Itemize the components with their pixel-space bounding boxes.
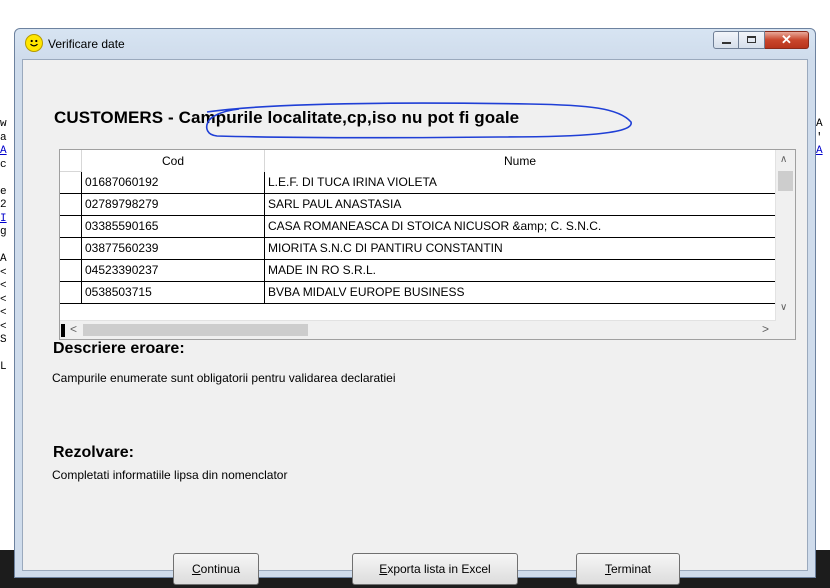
highlight-scribble (205, 102, 632, 139)
scroll-left-icon[interactable]: < (70, 322, 77, 336)
current-row-marker (61, 324, 65, 337)
bg-link-char: A (0, 145, 7, 157)
window-title: Verificare date (48, 37, 125, 51)
export-excel-button[interactable]: Exporta lista in Excel (352, 553, 518, 585)
horizontal-scrollbar[interactable]: < > (60, 320, 776, 339)
error-description-title: Descriere eroare: (53, 340, 185, 357)
bg-char (0, 240, 14, 254)
smiley-icon (25, 34, 43, 52)
terminat-button[interactable]: Terminat (576, 553, 680, 585)
heading-prefix: CUSTOMERS - (54, 108, 179, 127)
maximize-button[interactable] (739, 31, 765, 49)
vertical-scroll-thumb[interactable] (778, 171, 793, 191)
row-indicator[interactable] (60, 172, 82, 194)
resolution-text: Completati informatiile lipsa din nomenc… (52, 468, 288, 482)
table-row[interactable]: 04523390237 MADE IN RO S.R.L. (60, 260, 776, 282)
bg-char: < (0, 266, 7, 279)
bg-char (0, 348, 14, 362)
window-controls: ✕ (713, 31, 809, 51)
cell-nume[interactable]: BVBA MIDALV EUROPE BUSINESS (265, 282, 776, 304)
bg-char: < (0, 293, 7, 306)
bg-char: A (816, 118, 823, 130)
grid-header: Cod Nume (60, 150, 776, 173)
table-row[interactable]: 03385590165 CASA ROMANEASCA DI STOICA NI… (60, 216, 776, 238)
verificare-date-dialog: Verificare date ✕ CUSTOMERS - Campurile … (14, 28, 816, 585)
bg-char: 2 (0, 199, 7, 211)
error-description-text: Campurile enumerate sunt obligatorii pen… (52, 371, 396, 385)
row-indicator-header (60, 150, 82, 172)
bg-char: g (0, 226, 7, 238)
bg-char: < (0, 307, 7, 319)
continua-mnemonic: C (191, 562, 201, 576)
close-button[interactable]: ✕ (765, 31, 809, 49)
vertical-scrollbar[interactable]: ∧ ∨ (775, 150, 795, 322)
row-indicator[interactable] (60, 194, 82, 216)
title-bar[interactable]: Verificare date ✕ (15, 29, 815, 59)
table-row[interactable]: 03877560239 MIORITA S.N.C DI PANTIRU CON… (60, 238, 776, 260)
bg-char: w (0, 118, 7, 130)
cell-nume[interactable]: MIORITA S.N.C DI PANTIRU CONSTANTIN (265, 238, 776, 260)
continua-label: ontinua (200, 562, 241, 576)
bg-char: A (0, 253, 7, 265)
minimize-button[interactable] (713, 31, 739, 49)
bg-char: c (0, 158, 7, 171)
bg-link-char: A (816, 145, 823, 157)
bg-link-char: I (0, 212, 7, 225)
resolution-title: Rezolvare: (53, 444, 134, 461)
cell-cod[interactable]: 0538503715 (82, 282, 265, 304)
customers-grid[interactable]: Cod Nume 01687060192 L.E.F. DI TUCA IRIN… (59, 149, 796, 340)
bg-char (0, 172, 14, 186)
column-header-nume[interactable]: Nume (265, 150, 776, 172)
close-icon: ✕ (781, 32, 792, 47)
dialog-client-area: CUSTOMERS - Campurile localitate,cp,iso … (22, 59, 808, 585)
table-row[interactable]: 02789798279 SARL PAUL ANASTASIA (60, 194, 776, 216)
minimize-icon (722, 42, 731, 44)
terminat-label: erminat (610, 562, 651, 576)
cell-nume[interactable]: MADE IN RO S.R.L. (265, 260, 776, 282)
continua-button[interactable]: Continua (173, 553, 259, 585)
bg-char: < (0, 280, 7, 292)
scroll-up-icon[interactable]: ∧ (780, 154, 787, 165)
cell-nume[interactable]: CASA ROMANEASCA DI STOICA NICUSOR &amp; … (265, 216, 776, 238)
cell-cod[interactable]: 04523390237 (82, 260, 265, 282)
cell-cod[interactable]: 01687060192 (82, 172, 265, 194)
row-indicator[interactable] (60, 260, 82, 282)
cell-nume[interactable]: L.E.F. DI TUCA IRINA VIOLETA (265, 172, 776, 194)
background-text-right: A ' A (816, 118, 830, 159)
scroll-corner (776, 321, 795, 339)
bg-char: a (0, 131, 7, 144)
cell-cod[interactable]: 03385590165 (82, 216, 265, 238)
cell-cod[interactable]: 02789798279 (82, 194, 265, 216)
scroll-down-icon[interactable]: ∨ (780, 302, 787, 313)
bg-char: ' (816, 131, 823, 144)
cell-cod[interactable]: 03877560239 (82, 238, 265, 260)
scroll-right-icon[interactable]: > (762, 322, 769, 336)
maximize-icon (747, 36, 756, 43)
background-text-left: w a A c e 2 I g A < < < < < S L (0, 118, 14, 375)
table-row[interactable]: 01687060192 L.E.F. DI TUCA IRINA VIOLETA (60, 172, 776, 194)
bg-char: S (0, 334, 7, 346)
row-indicator[interactable] (60, 238, 82, 260)
bg-char: L (0, 361, 7, 373)
row-indicator[interactable] (60, 282, 82, 304)
bg-char: e (0, 185, 7, 198)
cell-nume[interactable]: SARL PAUL ANASTASIA (265, 194, 776, 216)
row-indicator[interactable] (60, 216, 82, 238)
column-header-cod[interactable]: Cod (82, 150, 265, 172)
horizontal-scroll-thumb[interactable] (83, 324, 308, 336)
table-row[interactable]: 0538503715 BVBA MIDALV EUROPE BUSINESS (60, 282, 776, 304)
bg-char: < (0, 320, 7, 333)
export-label: xporta lista in Excel (387, 562, 491, 576)
